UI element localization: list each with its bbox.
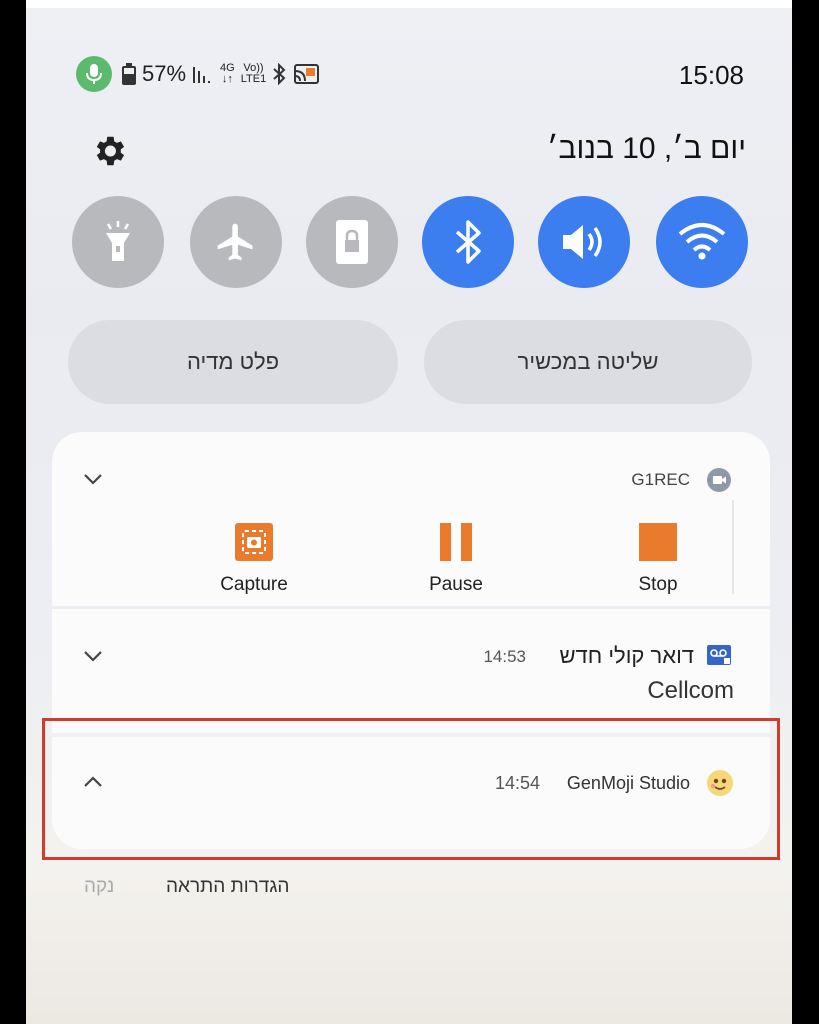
tile-wifi[interactable] bbox=[656, 196, 748, 288]
voicemail-icon bbox=[707, 645, 731, 665]
app-name: G1REC bbox=[631, 470, 690, 489]
media-output-button[interactable]: פלט מדיה bbox=[68, 320, 398, 404]
cast-icon bbox=[294, 64, 320, 84]
notification-body: Cellcom bbox=[647, 677, 734, 704]
capture-button[interactable]: Capture bbox=[194, 522, 314, 596]
airplane-icon bbox=[217, 223, 253, 261]
tile-flashlight[interactable] bbox=[72, 196, 164, 288]
bluetooth-icon bbox=[455, 220, 481, 264]
date-label: יום ב׳, 10 בנוב׳ bbox=[546, 132, 746, 165]
notification-shade: 57% 4G ↓↑ Vo)) LTE1 15:08 יום ב׳, 10 בנו… bbox=[26, 0, 792, 1024]
pause-icon bbox=[440, 523, 472, 561]
notification-time: 14:53 bbox=[483, 647, 526, 666]
sound-icon bbox=[563, 225, 602, 259]
clock: 15:08 bbox=[678, 60, 744, 90]
clear-button[interactable]: נקה bbox=[84, 876, 114, 898]
notification-settings-link[interactable]: הגדרות התראה bbox=[166, 876, 289, 898]
volte-indicator: Vo)) LTE1 bbox=[240, 62, 267, 85]
settings-gear-icon[interactable] bbox=[90, 132, 128, 170]
right-frame bbox=[792, 0, 819, 1024]
rotation-lock-icon bbox=[336, 220, 368, 264]
battery-percent: 57% bbox=[142, 61, 187, 86]
tile-rotation-lock[interactable] bbox=[306, 196, 398, 288]
tile-airplane-mode[interactable] bbox=[190, 196, 282, 288]
notification-voicemail[interactable]: דואר קולי חדש 14:53 Cellcom bbox=[52, 609, 770, 733]
microphone-icon bbox=[76, 56, 112, 92]
pause-button[interactable]: Pause bbox=[396, 522, 516, 596]
stop-icon bbox=[639, 523, 677, 561]
notification-g1rec[interactable]: G1REC Capture Pause Stop bbox=[52, 432, 770, 606]
battery-icon bbox=[122, 63, 136, 85]
left-frame bbox=[0, 0, 26, 1024]
bluetooth-status-icon bbox=[273, 63, 286, 85]
tile-bluetooth[interactable] bbox=[422, 196, 514, 288]
capture-icon bbox=[235, 523, 273, 561]
status-bar: 57% 4G ↓↑ Vo)) LTE1 bbox=[76, 54, 320, 94]
notification-title: דואר קולי חדש bbox=[559, 643, 695, 668]
signal-icon bbox=[193, 67, 211, 83]
network-indicator: 4G ↓↑ bbox=[220, 62, 235, 85]
chevron-down-icon[interactable] bbox=[82, 472, 104, 486]
chevron-down-icon[interactable] bbox=[82, 649, 104, 663]
tile-sound[interactable] bbox=[538, 196, 630, 288]
camcorder-icon bbox=[707, 468, 731, 492]
highlight-box bbox=[42, 718, 780, 860]
stop-button[interactable]: Stop bbox=[598, 522, 718, 596]
device-control-button[interactable]: שליטה במכשיר bbox=[424, 320, 752, 404]
wifi-icon bbox=[678, 223, 726, 260]
flashlight-icon bbox=[106, 221, 130, 261]
